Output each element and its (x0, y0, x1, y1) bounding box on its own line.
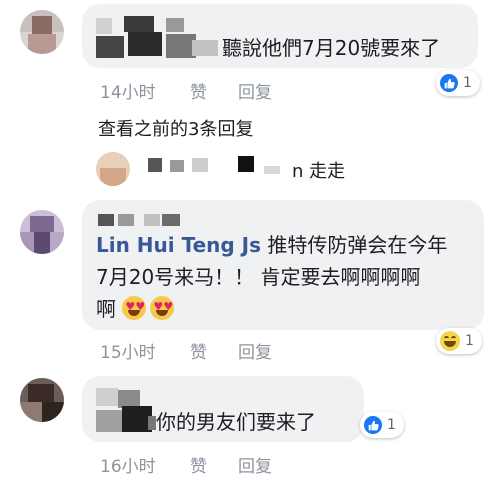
reply-preview-text[interactable]: n 走走 (292, 157, 345, 183)
reply-button[interactable]: 回复 (238, 338, 272, 363)
reaction-badge[interactable]: 1 (360, 412, 404, 438)
reply-button[interactable]: 回复 (238, 452, 272, 477)
avatar[interactable] (20, 10, 64, 54)
reaction-count: 1 (465, 333, 474, 349)
comment-text-line: 7月20号来马！！ 肯定要去啊啊啊啊 (96, 265, 421, 289)
author-name[interactable]: Lin Hui Teng Js (96, 233, 261, 257)
comment-bubble: Lin Hui Teng Js 推特传防弹会在今年 7月20号来马！！ 肯定要去… (82, 200, 484, 330)
like-button[interactable]: 赞 (190, 452, 207, 477)
like-icon (364, 416, 382, 434)
haha-icon (440, 331, 460, 351)
reaction-count: 1 (387, 417, 396, 433)
timestamp[interactable]: 16小时 (100, 452, 156, 477)
comment-bubble: 聽說他們7月20號要來了 (82, 4, 478, 68)
like-button[interactable]: 赞 (190, 78, 207, 103)
reaction-badge[interactable]: 1 (436, 70, 480, 96)
blurred-author-name (96, 388, 118, 406)
reaction-count: 1 (463, 75, 472, 91)
comment-text: 你的男友们要来了 (156, 410, 316, 434)
blurred-author-name (148, 158, 162, 172)
comment-text: Lin Hui Teng Js 推特传防弹会在今年 (96, 232, 447, 258)
comment-text: 聽說他們7月20號要來了 (222, 36, 441, 60)
avatar[interactable] (20, 378, 64, 422)
timestamp[interactable]: 15小时 (100, 338, 156, 363)
timestamp[interactable]: 14小时 (100, 78, 156, 103)
avatar[interactable] (20, 210, 64, 254)
like-icon (440, 74, 458, 92)
blurred-author-name (96, 18, 112, 34)
avatar[interactable] (96, 152, 130, 186)
blurred-author-name (98, 214, 114, 226)
view-previous-replies-link[interactable]: 查看之前的3条回复 (98, 115, 253, 141)
comment-bubble: 你的男友们要来了 (82, 376, 364, 442)
like-button[interactable]: 赞 (190, 338, 207, 363)
heart-eyes-emoji-icon: ♥ ♥ (122, 296, 147, 320)
comment-text-line-last: 啊 ♥ ♥ ♥ ♥ (96, 296, 178, 322)
comment-text-line: 推特传防弹会在今年 (261, 233, 448, 257)
comment-text-line: 啊 (96, 297, 116, 321)
heart-eyes-emoji-icon: ♥ ♥ (150, 296, 175, 320)
reaction-badge[interactable]: 1 (436, 328, 482, 354)
reply-button[interactable]: 回复 (238, 78, 272, 103)
